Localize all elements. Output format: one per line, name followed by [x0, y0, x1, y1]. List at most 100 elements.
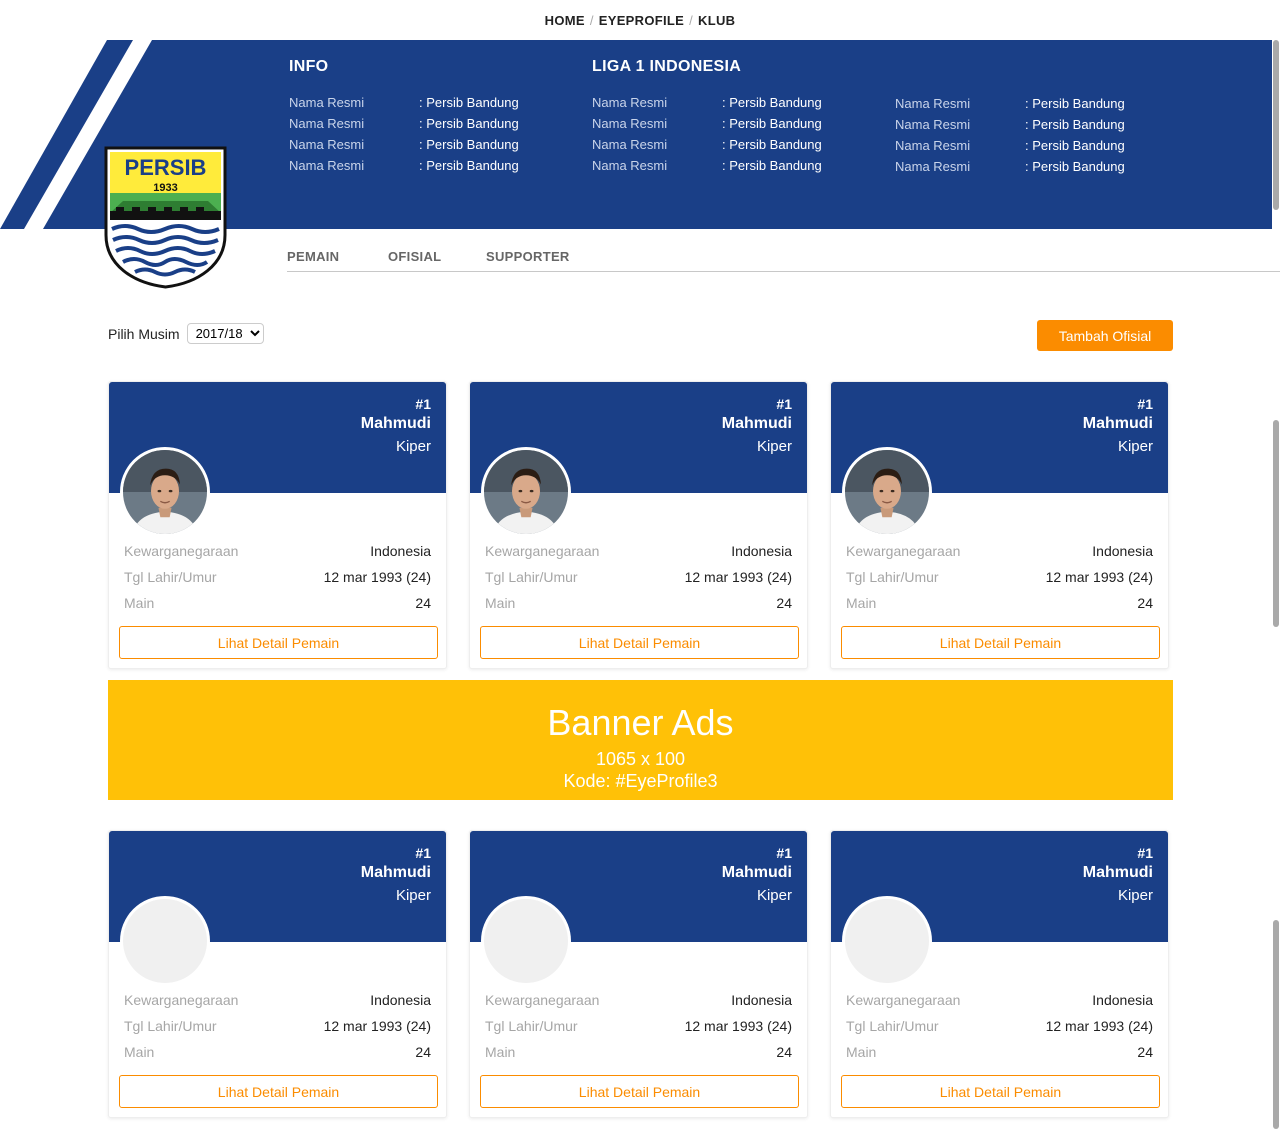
player-number: #1 [415, 396, 431, 412]
player-number: #1 [776, 396, 792, 412]
club-logo-text: PERSIB [125, 155, 207, 180]
stat-played: Main 24 [485, 595, 792, 611]
club-logo: PERSIB 1933 [104, 146, 227, 289]
info-value: : Persib Bandung [1025, 138, 1125, 153]
info-value: : Persib Bandung [419, 95, 519, 110]
scrollbar-thumb-header[interactable] [1273, 40, 1279, 210]
player-detail-button[interactable]: Lihat Detail Pemain [119, 626, 438, 659]
info-value: : Persib Bandung [1025, 96, 1125, 111]
club-tabs: PEMAIN OFISIAL SUPPORTER [287, 229, 1280, 272]
player-detail-button[interactable]: Lihat Detail Pemain [841, 626, 1160, 659]
info-title: INFO [289, 58, 329, 75]
player-position: Kiper [756, 887, 792, 904]
league-title: LIGA 1 INDONESIA [592, 58, 742, 75]
info-value: : Persib Bandung [419, 137, 519, 152]
stat-played: Main 24 [485, 1044, 792, 1060]
stat-value: 24 [415, 1044, 431, 1060]
info-row: Nama Resmi : Persib Bandung [592, 137, 872, 158]
stat-nationality: Kewarganegaraan Indonesia [485, 543, 792, 559]
stat-label: Kewarganegaraan [485, 543, 600, 559]
player-avatar [842, 896, 932, 986]
info-label: Nama Resmi [289, 158, 365, 173]
info-row: Nama Resmi : Persib Bandung [289, 95, 569, 116]
player-position: Kiper [1117, 887, 1153, 904]
tab-pemain[interactable]: PEMAIN [287, 249, 339, 264]
info-label: Nama Resmi [895, 96, 971, 111]
info-label: Nama Resmi [592, 158, 668, 173]
info-label: Nama Resmi [289, 95, 365, 110]
stat-label: Main [485, 1044, 516, 1060]
info-value: : Persib Bandung [722, 158, 822, 173]
stat-label: Tgl Lahir/Umur [846, 569, 939, 585]
breadcrumb-separator: / [689, 13, 694, 28]
breadcrumb-eyeprofile[interactable]: EYEPROFILE [599, 13, 684, 28]
player-card: #1 Mahmudi Kiper Kewarganegaraan Indonesia Tg… [108, 830, 447, 1118]
player-position: Kiper [395, 887, 431, 904]
stat-played: Main 24 [124, 595, 431, 611]
info-value: : Persib Bandung [722, 137, 822, 152]
info-label: Nama Resmi [895, 159, 971, 174]
info-row: Nama Resmi : Persib Bandung [592, 158, 872, 179]
season-label: Pilih Musim [108, 325, 180, 342]
season-selector: Pilih Musim 2017/18 [108, 323, 264, 344]
info-label: Nama Resmi [895, 138, 971, 153]
player-card: #1 Mahmudi Kiper Kewarganegaraan Indonesia Tg… [830, 830, 1169, 1118]
stat-label: Kewarganegaraan [846, 992, 961, 1008]
stat-label: Tgl Lahir/Umur [846, 1018, 939, 1034]
page-scrollbar[interactable] [1272, 0, 1280, 1129]
stat-value: 12 mar 1993 (24) [1045, 569, 1153, 585]
club-logo-year: 1933 [153, 182, 177, 194]
stat-birth: Tgl Lahir/Umur 12 mar 1993 (24) [124, 1018, 431, 1034]
breadcrumb-separator: / [589, 13, 594, 28]
player-detail-button[interactable]: Lihat Detail Pemain [119, 1075, 438, 1108]
player-avatar [842, 447, 932, 537]
stat-value: Indonesia [370, 543, 431, 559]
info-row: Nama Resmi : Persib Bandung [895, 96, 1175, 117]
stat-value: Indonesia [731, 543, 792, 559]
player-name: Mahmudi [721, 415, 792, 432]
breadcrumb-home[interactable]: HOME [545, 13, 585, 28]
info-label: Nama Resmi [289, 137, 365, 152]
stat-value: 24 [776, 1044, 792, 1060]
season-select[interactable]: 2017/18 [186, 323, 264, 344]
info-label: Nama Resmi [592, 137, 668, 152]
player-photo [123, 450, 207, 534]
player-name: Mahmudi [360, 864, 431, 881]
stat-nationality: Kewarganegaraan Indonesia [124, 992, 431, 1008]
info-column-3: Nama Resmi : Persib Bandung Nama Resmi : P… [895, 96, 1175, 180]
info-value: : Persib Bandung [722, 116, 822, 131]
stat-label: Kewarganegaraan [124, 992, 239, 1008]
add-official-button[interactable]: Tambah Ofisial [1037, 320, 1173, 351]
player-detail-button[interactable]: Lihat Detail Pemain [480, 1075, 799, 1108]
tab-supporter[interactable]: SUPPORTER [486, 249, 570, 264]
scrollbar-thumb[interactable] [1273, 420, 1279, 627]
stat-value: Indonesia [1092, 543, 1153, 559]
info-value: : Persib Bandung [419, 116, 519, 131]
player-card: #1 Mahmudi Kiper Kewarganegaraan Indonesia Tg… [108, 381, 447, 669]
stat-played: Main 24 [846, 595, 1153, 611]
tab-ofisial[interactable]: OFISIAL [388, 249, 441, 264]
stat-birth: Tgl Lahir/Umur 12 mar 1993 (24) [846, 569, 1153, 585]
player-number: #1 [1137, 396, 1153, 412]
scrollbar-thumb-lower[interactable] [1273, 920, 1279, 1129]
stat-birth: Tgl Lahir/Umur 12 mar 1993 (24) [485, 569, 792, 585]
stat-value: 12 mar 1993 (24) [323, 569, 431, 585]
info-row: Nama Resmi: Persib Bandung [289, 158, 569, 179]
info-row: Nama Resmi : Persib Bandung [289, 137, 569, 158]
banner-title: Banner Ads [547, 702, 734, 743]
player-detail-button[interactable]: Lihat Detail Pemain [841, 1075, 1160, 1108]
stat-played: Main 24 [124, 1044, 431, 1060]
info-row: Nama Resmi : Persib Bandung [895, 138, 1175, 159]
stat-label: Tgl Lahir/Umur [124, 1018, 217, 1034]
stat-value: 12 mar 1993 (24) [323, 1018, 431, 1034]
banner-ads[interactable]: Banner Ads 1065 x 100 Kode: #EyeProfile3 [108, 680, 1173, 800]
stat-label: Main [124, 595, 155, 611]
stat-value: 12 mar 1993 (24) [684, 569, 792, 585]
player-detail-button[interactable]: Lihat Detail Pemain [480, 626, 799, 659]
stat-label: Kewarganegaraan [846, 543, 961, 559]
stat-value: 12 mar 1993 (24) [684, 1018, 792, 1034]
stat-value: 24 [776, 595, 792, 611]
info-row: Nama Resmi: Persib Bandung [895, 117, 1175, 138]
info-label: Nama Resmi [895, 117, 971, 132]
breadcrumb-klub[interactable]: KLUB [698, 13, 735, 28]
